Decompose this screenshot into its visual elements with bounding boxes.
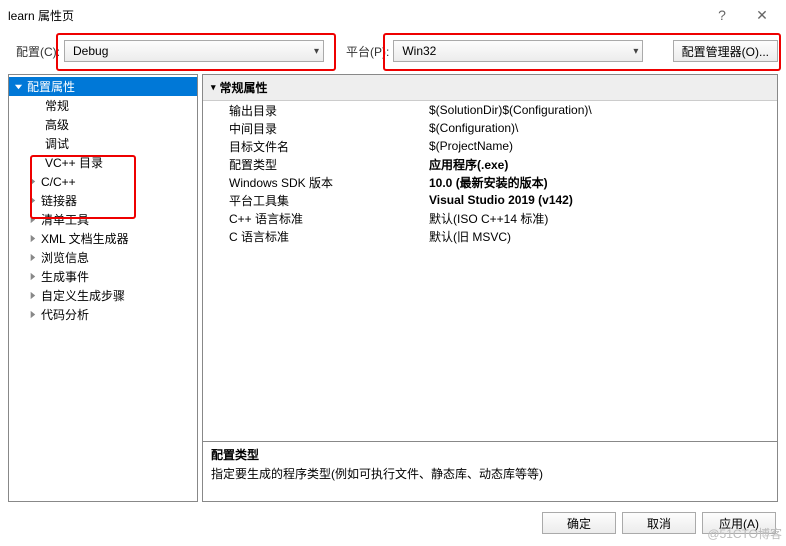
expander-icon[interactable] <box>13 81 24 92</box>
platform-combo[interactable]: Win32 ▾ <box>393 40 643 62</box>
expander-icon[interactable] <box>27 290 38 301</box>
tree-item[interactable]: 清单工具 <box>9 210 197 229</box>
prop-value: 默认(ISO C++14 标准) <box>429 210 777 227</box>
property-row[interactable]: Windows SDK 版本10.0 (最新安装的版本) <box>203 173 777 191</box>
tree-item[interactable]: 浏览信息 <box>9 248 197 267</box>
property-row[interactable]: 中间目录$(Configuration)\ <box>203 119 777 137</box>
tree-item-cpp[interactable]: C/C++ <box>9 172 197 191</box>
expander-icon[interactable] <box>27 252 38 263</box>
tree-root[interactable]: 配置属性 <box>9 77 197 96</box>
property-row[interactable]: 平台工具集Visual Studio 2019 (v142) <box>203 191 777 209</box>
cancel-button[interactable]: 取消 <box>622 512 696 534</box>
prop-value: Visual Studio 2019 (v142) <box>429 193 777 207</box>
config-value: Debug <box>73 44 108 58</box>
chevron-down-icon: ▾ <box>314 46 319 57</box>
close-icon[interactable]: ✕ <box>742 0 782 30</box>
prop-key: 输出目录 <box>229 102 429 119</box>
property-row[interactable]: 目标文件名$(ProjectName) <box>203 137 777 155</box>
prop-key: 平台工具集 <box>229 192 429 209</box>
prop-key: 中间目录 <box>229 120 429 137</box>
property-row[interactable]: 配置类型应用程序(.exe) <box>203 155 777 173</box>
tree-item[interactable]: 调试 <box>9 134 197 153</box>
property-grid[interactable]: 输出目录$(SolutionDir)$(Configuration)\中间目录$… <box>203 101 777 441</box>
expander-icon[interactable] <box>27 176 38 187</box>
ok-button[interactable]: 确定 <box>542 512 616 534</box>
prop-value: $(SolutionDir)$(Configuration)\ <box>429 103 777 117</box>
expander-icon[interactable] <box>27 271 38 282</box>
expander-icon[interactable] <box>27 214 38 225</box>
tree-item[interactable]: XML 文档生成器 <box>9 229 197 248</box>
config-toolbar: 配置(C): Debug ▾ 平台(P): Win32 ▾ 配置管理器(O)..… <box>0 30 786 70</box>
tree-item[interactable]: 高级 <box>9 115 197 134</box>
prop-value: 10.0 (最新安装的版本) <box>429 174 777 191</box>
tree-item[interactable]: 生成事件 <box>9 267 197 286</box>
expander-icon[interactable] <box>27 309 38 320</box>
property-tree[interactable]: 配置属性 常规 高级 调试 VC++ 目录 C/C++ 链接器 清单工具 XML… <box>8 74 198 502</box>
prop-value: 应用程序(.exe) <box>429 156 777 173</box>
config-manager-button[interactable]: 配置管理器(O)... <box>673 40 778 62</box>
expander-icon[interactable] <box>27 233 38 244</box>
prop-key: 目标文件名 <box>229 138 429 155</box>
description-box: 配置类型 指定要生成的程序类型(例如可执行文件、静态库、动态库等等) <box>203 441 777 501</box>
prop-key: C++ 语言标准 <box>229 210 429 227</box>
prop-value: $(Configuration)\ <box>429 121 777 135</box>
dialog-footer: 确定 取消 应用(A) <box>0 502 786 534</box>
tree-item[interactable]: 代码分析 <box>9 305 197 324</box>
property-row[interactable]: C 语言标准默认(旧 MSVC) <box>203 227 777 245</box>
prop-key: Windows SDK 版本 <box>229 174 429 191</box>
prop-key: C 语言标准 <box>229 228 429 245</box>
platform-value: Win32 <box>402 44 436 58</box>
tree-item[interactable]: 自定义生成步骤 <box>9 286 197 305</box>
tree-item[interactable]: 常规 <box>9 96 197 115</box>
watermark: @51CTO博客 <box>707 525 782 542</box>
prop-value: $(ProjectName) <box>429 139 777 153</box>
titlebar-controls: ? ✕ <box>702 0 782 30</box>
chevron-down-icon: ▾ <box>211 82 216 93</box>
tree-item[interactable]: VC++ 目录 <box>9 153 197 172</box>
help-icon[interactable]: ? <box>702 0 742 30</box>
property-row[interactable]: C++ 语言标准默认(ISO C++14 标准) <box>203 209 777 227</box>
main-area: 配置属性 常规 高级 调试 VC++ 目录 C/C++ 链接器 清单工具 XML… <box>0 70 786 502</box>
prop-key: 配置类型 <box>229 156 429 173</box>
tree-item-linker[interactable]: 链接器 <box>9 191 197 210</box>
property-panel: ▾ 常规属性 输出目录$(SolutionDir)$(Configuration… <box>202 74 778 502</box>
chevron-down-icon: ▾ <box>633 46 638 57</box>
config-label: 配置(C): <box>16 43 60 60</box>
property-row[interactable]: 输出目录$(SolutionDir)$(Configuration)\ <box>203 101 777 119</box>
section-header[interactable]: ▾ 常规属性 <box>203 75 777 101</box>
prop-value: 默认(旧 MSVC) <box>429 228 777 245</box>
titlebar: learn 属性页 ? ✕ <box>0 0 786 30</box>
desc-body: 指定要生成的程序类型(例如可执行文件、静态库、动态库等等) <box>211 465 769 482</box>
desc-title: 配置类型 <box>211 446 769 463</box>
platform-label: 平台(P): <box>346 43 389 60</box>
config-combo[interactable]: Debug ▾ <box>64 40 324 62</box>
expander-icon[interactable] <box>27 195 38 206</box>
window-title: learn 属性页 <box>8 7 74 24</box>
